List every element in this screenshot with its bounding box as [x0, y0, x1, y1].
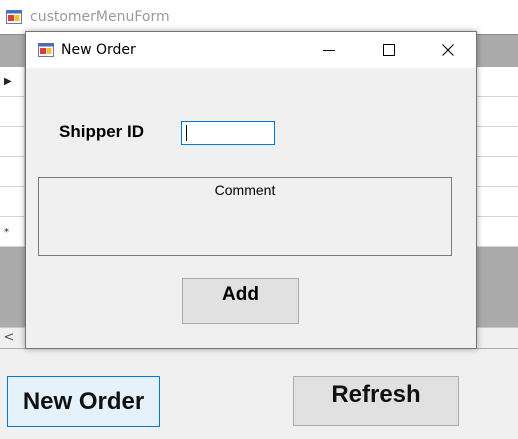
- scroll-left-arrow-icon[interactable]: <: [0, 328, 18, 348]
- row-header[interactable]: [0, 127, 25, 156]
- row-header[interactable]: [0, 187, 25, 216]
- current-row-marker-icon: ▶: [4, 76, 12, 87]
- parent-window-title: customerMenuForm: [30, 9, 170, 25]
- row-header[interactable]: [0, 97, 25, 126]
- app-icon: [6, 10, 22, 24]
- new-row-marker-icon: *: [4, 227, 9, 238]
- minimize-button[interactable]: [306, 32, 352, 68]
- add-button[interactable]: Add: [182, 278, 299, 324]
- dialog-title: New Order: [61, 42, 136, 58]
- row-header[interactable]: [0, 157, 25, 186]
- comment-label: Comment: [214, 182, 276, 198]
- text-caret: [186, 125, 187, 141]
- shipper-id-label: Shipper ID: [59, 122, 145, 141]
- maximize-button[interactable]: [366, 32, 412, 68]
- row-header[interactable]: ▶: [0, 67, 25, 96]
- new-order-button[interactable]: New Order: [7, 376, 160, 427]
- close-button[interactable]: [425, 32, 471, 68]
- app-icon: [38, 43, 54, 57]
- screen: customerMenuForm ▶ * < New Order Refresh…: [0, 0, 518, 439]
- comment-textbox[interactable]: Comment: [38, 177, 452, 256]
- maximize-icon: [383, 44, 395, 56]
- parent-title-bar[interactable]: customerMenuForm: [0, 0, 518, 34]
- new-order-dialog: New Order Shipper ID Comment Add: [25, 31, 477, 349]
- shipper-id-input[interactable]: [181, 121, 275, 145]
- refresh-button[interactable]: Refresh: [293, 376, 459, 426]
- dialog-title-bar[interactable]: New Order: [26, 32, 476, 68]
- close-icon: [442, 44, 454, 56]
- minimize-icon: [323, 50, 335, 51]
- row-header[interactable]: *: [0, 217, 25, 246]
